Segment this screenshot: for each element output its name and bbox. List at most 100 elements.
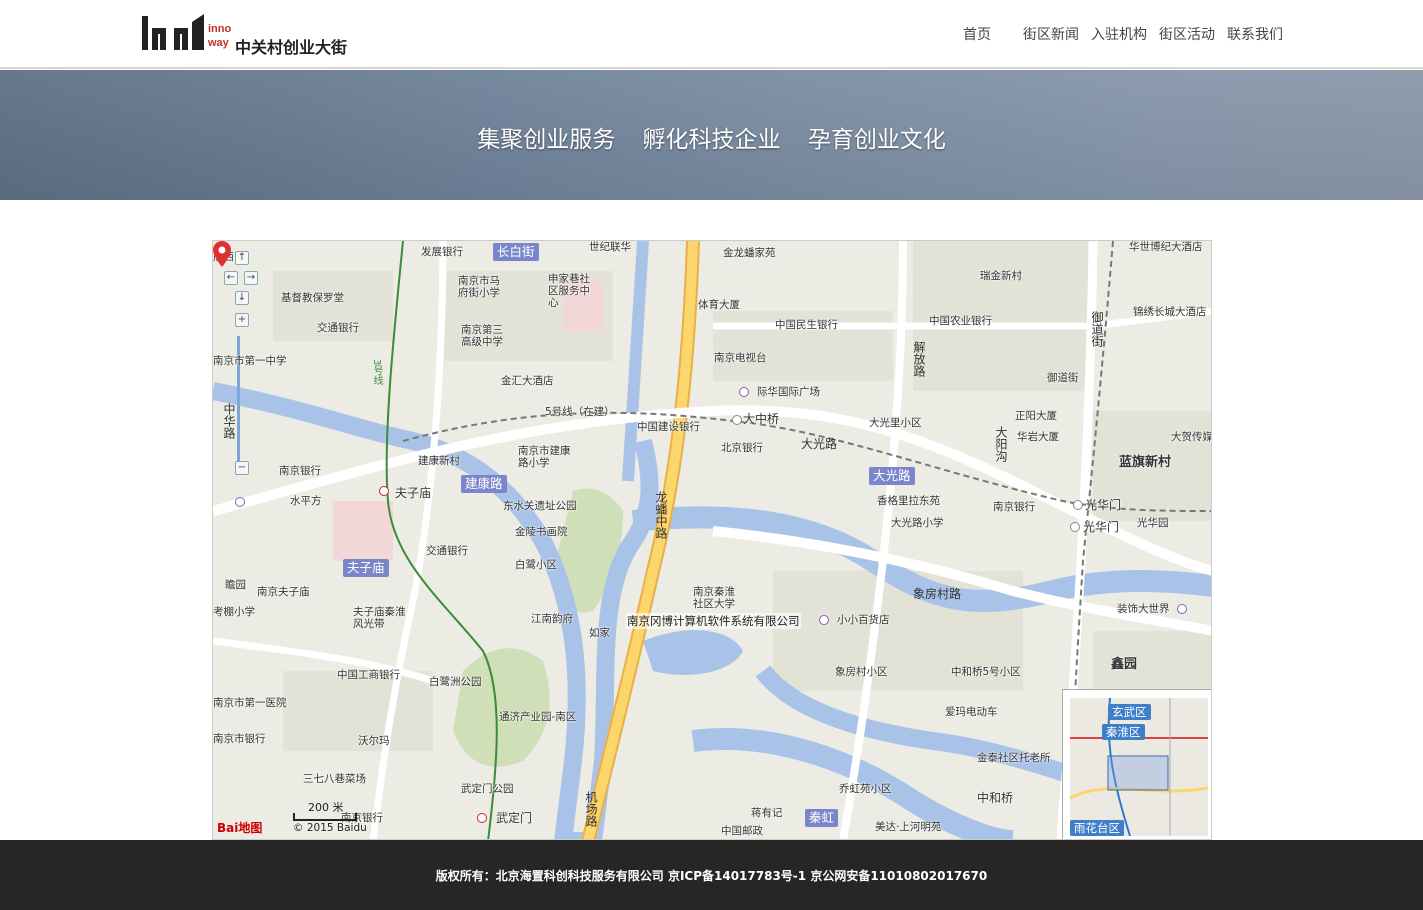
slogan-part-1: 集聚创业服务 <box>477 127 616 153</box>
minimap-badge: 玄武区 <box>1108 704 1151 720</box>
poi-label: 建康新村 <box>418 455 460 467</box>
poi-label: 南京银行 <box>993 501 1035 513</box>
poi-label: 白鹭小区 <box>515 559 557 571</box>
zoom-in-button[interactable]: + <box>235 313 249 327</box>
road-label: 象房村路 <box>913 587 962 601</box>
road-label: 御道街 <box>1090 311 1104 347</box>
poi-label: 金龙蟠家苑 <box>723 247 776 259</box>
mall-icon <box>819 615 829 625</box>
poi-label: 武定门 <box>496 811 533 825</box>
poi-label: 大中桥 <box>743 412 780 426</box>
road-label: 大光路 <box>801 437 838 451</box>
poi-label: 南京夫子庙 <box>257 586 310 598</box>
scale-bar <box>293 813 357 821</box>
road-label: 机场路 <box>584 791 598 827</box>
road-label: 中华路 <box>222 403 236 439</box>
pan-up-icon[interactable]: ↑ <box>235 251 249 265</box>
poi-label: 南京秦淮社区大学 <box>693 586 735 610</box>
logo-mark-icon: inno way <box>142 14 231 50</box>
poi-label: 蒋有记 <box>751 807 783 819</box>
hero-banner: 集聚创业服务 孵化科技企业 孕育创业文化 <box>0 70 1423 200</box>
poi-label: 南京第三高级中学 <box>461 324 503 348</box>
minimap-badge: 秦淮区 <box>1102 724 1145 740</box>
station-icon <box>1070 522 1080 532</box>
poi-label: 香格里拉东苑 <box>877 495 940 507</box>
site-logo[interactable]: inno way 中关村创业大街 <box>140 12 360 57</box>
poi-label: 发展银行 <box>421 246 463 258</box>
svg-text:inno: inno <box>208 23 231 35</box>
zoom-out-button[interactable]: − <box>235 461 249 475</box>
poi-label: 正阳大厦 <box>1015 410 1057 422</box>
nav-contact[interactable]: 联系我们 <box>1227 24 1283 44</box>
poi-label: 武定门公园 <box>461 783 514 795</box>
poi-label: 装饰大世界 <box>1117 603 1170 615</box>
metro-station-icon <box>477 813 487 823</box>
poi-label: 中国邮政 <box>721 825 763 837</box>
nav-institutions[interactable]: 入驻机构 <box>1091 24 1147 44</box>
site-footer: 版权所有：北京海置科创科技服务有限公司 京ICP备14017783号-1 京公网… <box>0 840 1423 910</box>
poi-label: 夫子庙秦淮风光带 <box>353 606 406 630</box>
svg-text:way: way <box>207 37 230 49</box>
poi-label: 通济产业园-南区 <box>499 711 577 723</box>
poi-label: 交通银行 <box>426 545 468 557</box>
poi-label: 5号线（在建） <box>545 406 615 418</box>
poi-label: 南京市第一中学 <box>213 355 287 367</box>
nav-news[interactable]: 街区新闻 <box>1023 24 1079 44</box>
poi-label: 光华门 <box>1083 520 1120 534</box>
overview-map-view: 玄武区 秦淮区 雨花台区 <box>1070 698 1208 836</box>
location-pin-icon[interactable] <box>213 241 231 267</box>
poi-label: 中国民生银行 <box>775 319 838 331</box>
district-badge: 大光路 <box>869 467 915 485</box>
poi-label: 金泰社区托老所 <box>977 752 1051 764</box>
poi-label: 江南韵府 <box>531 613 573 625</box>
baidu-logo[interactable]: Bai地图 <box>217 819 262 836</box>
station-icon <box>732 415 742 425</box>
poi-label: 基督教保罗堂 <box>281 292 344 304</box>
poi-label: 中和桥5号小区 <box>951 666 1021 678</box>
nav-activities[interactable]: 街区活动 <box>1159 24 1215 44</box>
poi-label: 光华园 <box>1137 517 1169 529</box>
mall-icon <box>1177 604 1187 614</box>
poi-label: 沃尔玛 <box>358 735 390 747</box>
poi-label: 中国工商银行 <box>337 669 400 681</box>
poi-label: 申家巷社区服务中心 <box>548 273 590 309</box>
company-label[interactable]: 南京冈博计算机软件系统有限公司 <box>626 613 801 629</box>
mall-icon <box>235 497 245 507</box>
baidu-map[interactable]: ↑ ← → ↓ + − 长白街 建康路 夫子庙 大光路 秦虹 龙蟠中路 解放路 … <box>212 240 1212 840</box>
district-badge: 长白街 <box>493 243 539 261</box>
footer-copyright: 版权所有：北京海置科创科技服务有限公司 京ICP备14017783号-1 京公网… <box>435 869 988 883</box>
poi-label: 南京电视台 <box>714 352 767 364</box>
poi-label: 金陵书画院 <box>515 526 568 538</box>
road-label: 龙蟠中路 <box>654 491 668 539</box>
poi-label: 南京市银行 <box>213 733 266 745</box>
poi-label: 北京银行 <box>721 442 763 454</box>
poi-label: 瞻园 <box>225 579 246 591</box>
poi-label: 华岩大厦 <box>1017 431 1059 443</box>
poi-label: 体育大厦 <box>698 299 740 311</box>
poi-label: 锦绣长城大酒店 <box>1133 306 1207 318</box>
overview-map[interactable]: 玄武区 秦淮区 雨花台区 <box>1062 689 1211 839</box>
mall-icon <box>739 387 749 397</box>
poi-label: 世纪联华 <box>589 241 631 253</box>
site-header: inno way 中关村创业大街 首页 街区新闻 入驻机构 街区活动 联系我们 <box>0 0 1423 69</box>
station-icon <box>1073 500 1083 510</box>
poi-label: 南京市第一医院 <box>213 697 287 709</box>
minimap-badge: 雨花台区 <box>1070 820 1124 836</box>
pan-left-icon[interactable]: ← <box>224 271 238 285</box>
poi-label: 华世博纪大酒店 <box>1129 241 1203 253</box>
nav-home[interactable]: 首页 <box>963 24 991 44</box>
pan-down-icon[interactable]: ↓ <box>235 291 249 305</box>
poi-label: 南京市建康路小学 <box>518 445 571 469</box>
poi-label: 三七八巷菜场 <box>303 773 366 785</box>
pan-right-icon[interactable]: → <box>244 271 258 285</box>
slogan-part-3: 孕育创业文化 <box>807 127 946 153</box>
poi-label: 交通银行 <box>317 322 359 334</box>
district-badge: 秦虹 <box>805 809 839 827</box>
poi-label: 御道街 <box>1047 372 1079 384</box>
road-label: 3号线 <box>371 359 382 386</box>
poi-label: 南京银行 <box>279 465 321 477</box>
poi-label: 大光里小区 <box>869 417 922 429</box>
poi-label: 光华门 <box>1085 498 1122 512</box>
district-badge: 夫子庙 <box>343 559 389 577</box>
poi-label: 鑫园 <box>1111 657 1138 672</box>
